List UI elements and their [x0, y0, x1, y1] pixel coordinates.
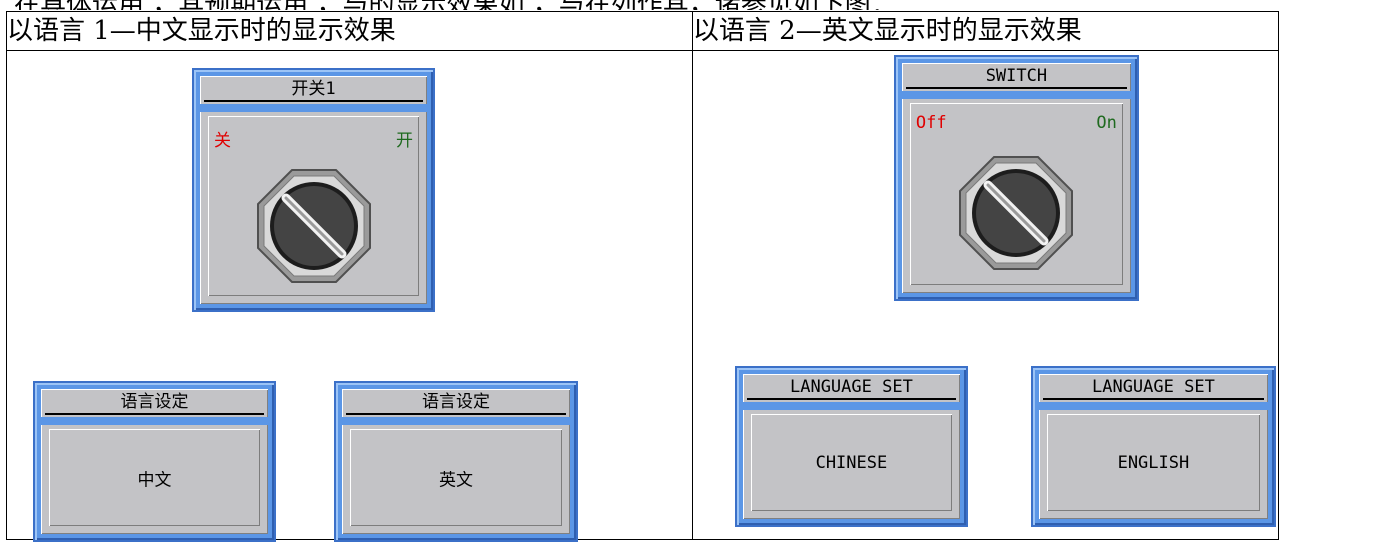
lang-set-title: LANGUAGE SET	[746, 374, 956, 400]
switch-on-label: On	[1096, 113, 1117, 133]
switch-title: SWITCH	[905, 63, 1127, 89]
switch-on-label: 开	[396, 131, 413, 151]
english-cell: SWITCH Off On LANGUAGE SET CHINESE LANGU…	[691, 50, 1280, 540]
lang-set-title: 语言设定	[346, 389, 566, 415]
header-chinese: 以语言 1—中文显示时的显示效果	[6, 11, 693, 51]
chinese-button-label: CHINESE	[815, 452, 888, 473]
switch-widget-chinese[interactable]: 开关1 关 开	[192, 68, 435, 312]
chinese-button-label: 中文	[137, 470, 172, 490]
english-button-label: ENGLISH	[1117, 452, 1190, 473]
comparison-table: 以语言 1—中文显示时的显示效果 以语言 2—英文显示时的显示效果 开关1 关 …	[6, 11, 1280, 542]
rotary-knob-icon[interactable]	[254, 166, 374, 286]
lang-set-title: 语言设定	[45, 389, 264, 415]
lang-english-button-widget[interactable]: LANGUAGE SET ENGLISH	[1030, 366, 1276, 527]
lang-chinese-button-widget[interactable]: 语言设定 中文	[33, 381, 276, 542]
rotary-knob-icon[interactable]	[956, 153, 1076, 273]
lang-english-button-widget[interactable]: 语言设定 英文	[334, 381, 578, 542]
top-cut-text: 在具体运用 ，其预期运用 ，与的显示效果如 ，与在列作其，诸参见如下图：	[0, 0, 1373, 10]
switch-off-label: 关	[214, 131, 231, 151]
english-button-label: 英文	[439, 470, 473, 490]
switch-widget-english[interactable]: SWITCH Off On	[893, 55, 1139, 301]
lang-chinese-button-widget[interactable]: LANGUAGE SET CHINESE	[734, 366, 968, 527]
chinese-cell: 开关1 关 开 语言设定 中文 语言设定 英文	[6, 50, 693, 542]
switch-off-label: Off	[915, 113, 947, 133]
switch-title: 开关1	[204, 76, 423, 102]
lang-set-title: LANGUAGE SET	[1042, 374, 1264, 400]
header-english: 以语言 2—英文显示时的显示效果	[691, 11, 1280, 51]
